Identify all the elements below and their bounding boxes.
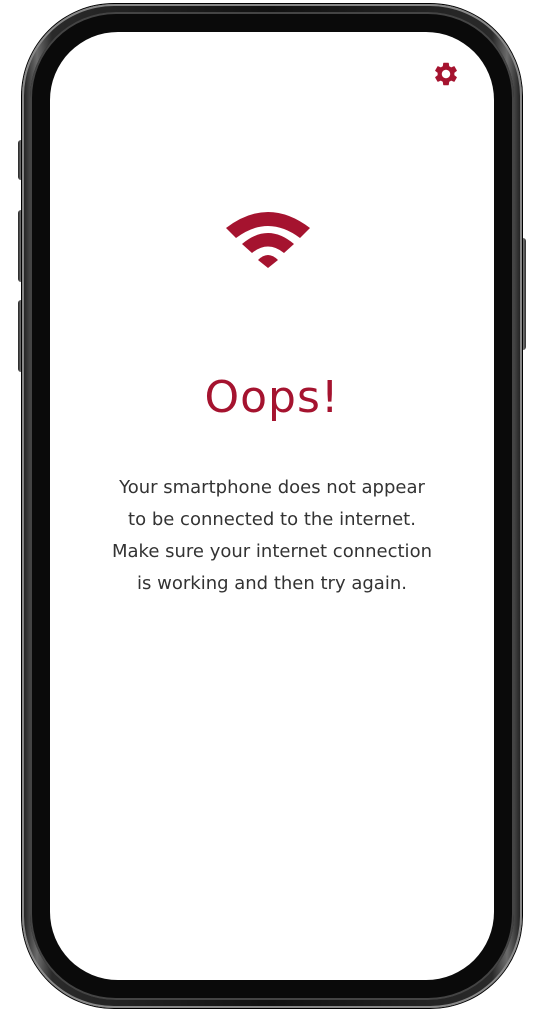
error-message: Your smartphone does not appear to be co… [90,472,454,600]
error-title: Oops! [204,372,340,423]
gear-icon [435,62,457,86]
phone-frame: Oops! Your smartphone does not appear to… [22,4,522,1008]
settings-button[interactable] [432,60,460,88]
app-screen: Oops! Your smartphone does not appear to… [50,32,494,980]
message-line: is working and then try again. [137,573,407,594]
message-line: Your smartphone does not appear [119,477,425,498]
wifi-icon [222,208,314,270]
device-mockup: Oops! Your smartphone does not appear to… [0,0,534,1012]
message-line: to be connected to the internet. [128,509,416,530]
message-line: Make sure your internet connection [112,541,432,562]
